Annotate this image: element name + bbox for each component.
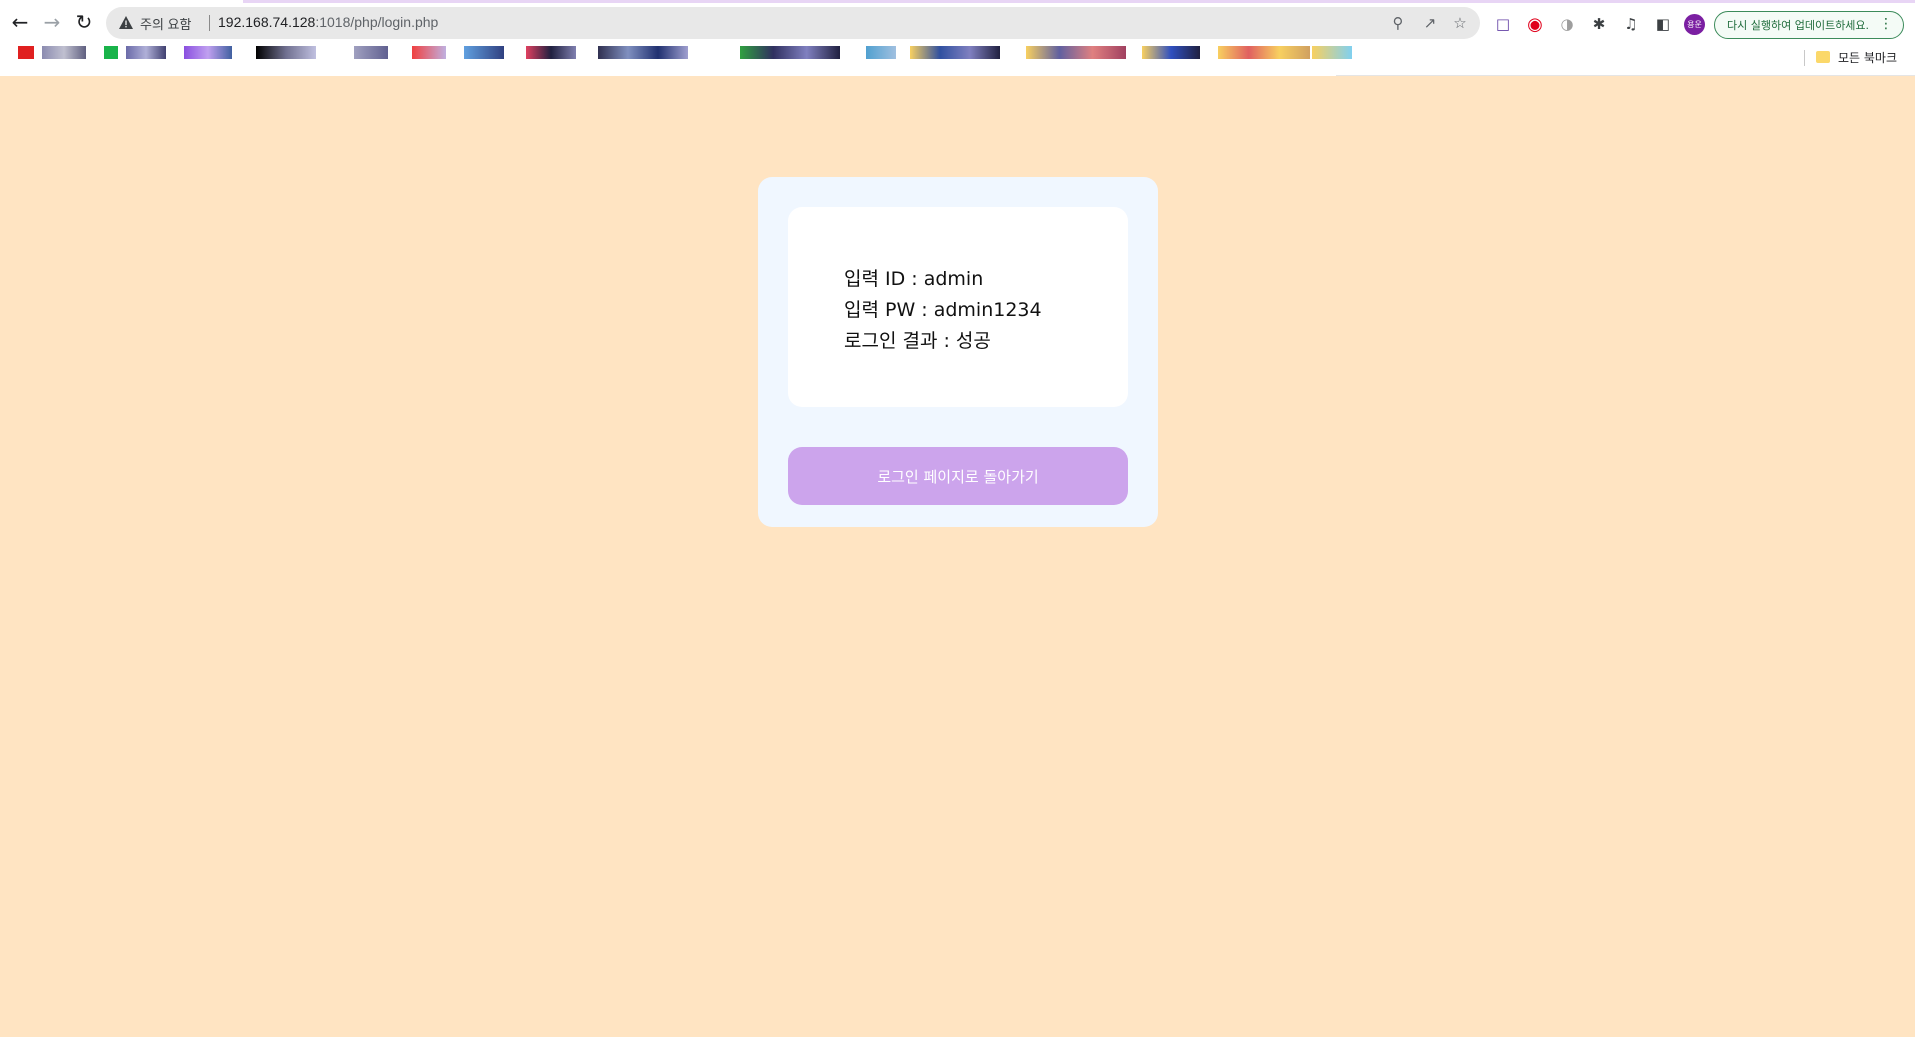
update-browser-button[interactable]: 다시 실행하여 업데이트하세요. ⋮	[1714, 11, 1904, 39]
bookmark-item[interactable]	[1142, 46, 1200, 59]
bookmark-item[interactable]	[1312, 46, 1352, 59]
forward-arrow-icon[interactable]: →	[38, 10, 66, 34]
warning-icon	[119, 16, 133, 29]
puzzle-extensions-icon[interactable]: ✱	[1588, 13, 1610, 35]
bookmark-item[interactable]	[526, 46, 576, 59]
bookmarks-bar: 모든 북마크	[0, 40, 1915, 76]
share-icon[interactable]: ↗	[1420, 13, 1440, 33]
browser-toolbar: ← → ↻ 주의 요함 192.168.74.128:1018/php/logi…	[0, 4, 1915, 40]
side-panel-icon[interactable]: ◧	[1652, 13, 1674, 35]
login-result-card: 입력 ID : admin 입력 PW : admin1234 로그인 결과 :…	[758, 177, 1158, 527]
address-bar[interactable]: 주의 요함 192.168.74.128:1018/php/login.php …	[106, 7, 1480, 39]
bookmark-favicon[interactable]	[18, 46, 34, 59]
all-bookmarks-link[interactable]: 모든 북마크	[1838, 49, 1897, 66]
twitch-extension-icon[interactable]: □	[1492, 13, 1514, 35]
url-text[interactable]: 192.168.74.128:1018/php/login.php	[218, 14, 438, 30]
back-to-login-button[interactable]: 로그인 페이지로 돌아가기	[788, 447, 1128, 505]
bookmark-item[interactable]	[1026, 46, 1126, 59]
bookmark-item[interactable]	[598, 46, 688, 59]
bookmark-item[interactable]	[412, 46, 446, 59]
back-arrow-icon[interactable]: ←	[6, 10, 34, 34]
bookmark-item[interactable]	[256, 46, 316, 59]
tab-accent-line	[243, 0, 1915, 3]
login-result-text: 로그인 결과 : 성공	[844, 330, 991, 352]
bookmark-item[interactable]	[740, 46, 840, 59]
input-pw-text: 입력 PW : admin1234	[844, 299, 1042, 321]
reload-icon[interactable]: ↻	[70, 10, 98, 34]
security-warning-text[interactable]: 주의 요함	[140, 14, 191, 33]
star-icon[interactable]: ☆	[1450, 13, 1470, 33]
content-divider	[1336, 75, 1915, 76]
opera-extension-icon[interactable]: ◉	[1524, 13, 1546, 35]
bookmark-item[interactable]	[1218, 46, 1310, 59]
bookmarks-divider	[1804, 50, 1805, 66]
key-icon[interactable]: ⚲	[1388, 13, 1408, 33]
browser-chrome: ← → ↻ 주의 요함 192.168.74.128:1018/php/logi…	[0, 0, 1915, 76]
url-host: 192.168.74.128	[218, 14, 316, 30]
update-button-label: 다시 실행하여 업데이트하세요.	[1727, 19, 1870, 32]
bookmark-items-blurred[interactable]	[18, 46, 1352, 60]
profile-avatar[interactable]: 용운	[1684, 14, 1705, 35]
globe-extension-icon[interactable]: ◑	[1556, 13, 1578, 35]
bookmark-item[interactable]	[184, 46, 232, 59]
more-menu-icon[interactable]: ⋮	[1879, 16, 1893, 32]
bookmark-item[interactable]	[354, 46, 388, 59]
folder-icon	[1816, 51, 1830, 63]
result-box: 입력 ID : admin 입력 PW : admin1234 로그인 결과 :…	[788, 207, 1128, 407]
bookmark-item[interactable]	[126, 46, 166, 59]
url-path: :1018/php/login.php	[315, 14, 439, 30]
bookmark-item[interactable]	[910, 46, 1000, 59]
bookmark-favicon[interactable]	[104, 46, 118, 59]
omnibox-divider	[209, 15, 210, 31]
input-id-text: 입력 ID : admin	[844, 268, 984, 290]
bookmark-item[interactable]	[42, 46, 86, 59]
bookmark-item[interactable]	[866, 46, 896, 59]
bookmark-item[interactable]	[464, 46, 504, 59]
media-control-icon[interactable]: ♫	[1620, 13, 1642, 35]
